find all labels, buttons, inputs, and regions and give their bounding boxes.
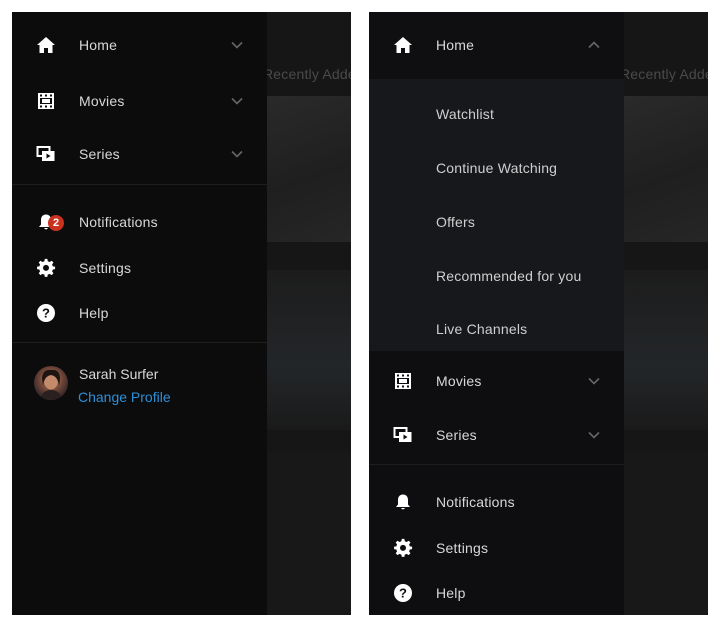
series-icon bbox=[36, 146, 55, 161]
nav-item-help[interactable]: ? Help bbox=[369, 573, 624, 613]
nav-item-settings[interactable]: Settings bbox=[12, 248, 267, 288]
chevron-down-icon[interactable] bbox=[230, 38, 244, 52]
nav-item-home[interactable]: Home bbox=[369, 25, 624, 65]
submenu-item-continue-watching[interactable]: Continue Watching bbox=[436, 160, 557, 176]
divider bbox=[12, 342, 267, 343]
nav-item-series[interactable]: Series bbox=[12, 134, 267, 174]
background-app: Recently Added bbox=[620, 12, 708, 615]
left-screen: Recently Added Home bbox=[12, 12, 351, 615]
home-icon bbox=[394, 37, 412, 53]
submenu-item-offers[interactable]: Offers bbox=[436, 214, 475, 230]
nav-item-label: Help bbox=[79, 305, 109, 321]
nav-item-label: Notifications bbox=[79, 214, 158, 230]
series-icon bbox=[393, 427, 412, 442]
divider bbox=[369, 464, 624, 465]
background-tile[interactable] bbox=[267, 452, 351, 615]
avatar-image bbox=[40, 369, 62, 400]
nav-item-help[interactable]: ? Help bbox=[12, 293, 267, 333]
chevron-up-icon[interactable] bbox=[587, 38, 601, 52]
gear-icon bbox=[394, 538, 413, 557]
nav-item-label: Series bbox=[436, 427, 477, 443]
chevron-down-icon[interactable] bbox=[587, 428, 601, 442]
background-app: Recently Added bbox=[263, 12, 351, 615]
nav-item-settings[interactable]: Settings bbox=[369, 528, 624, 568]
background-tile[interactable] bbox=[624, 96, 708, 242]
nav-item-label: Home bbox=[436, 37, 475, 53]
nav-drawer: Home Watchlist Continue Watching Offers … bbox=[369, 12, 624, 615]
submenu-item-recommended[interactable]: Recommended for you bbox=[436, 268, 581, 284]
nav-item-notifications[interactable]: Notifications bbox=[369, 482, 624, 522]
background-tile[interactable] bbox=[624, 452, 708, 615]
right-screen: Recently Added Home Watchlist Continue W… bbox=[369, 12, 708, 615]
submenu-item-live-channels[interactable]: Live Channels bbox=[436, 321, 527, 337]
nav-item-label: Movies bbox=[79, 93, 125, 109]
nav-item-label: Settings bbox=[79, 260, 132, 276]
background-tile[interactable] bbox=[267, 96, 351, 242]
background-section-title: Recently Added bbox=[263, 66, 351, 82]
notification-badge: 2 bbox=[48, 215, 64, 231]
nav-item-label: Help bbox=[436, 585, 466, 601]
divider bbox=[12, 184, 267, 185]
nav-item-series[interactable]: Series bbox=[369, 415, 624, 455]
background-section-title: Recently Added bbox=[620, 66, 708, 82]
chevron-down-icon[interactable] bbox=[230, 147, 244, 161]
avatar[interactable] bbox=[34, 366, 68, 400]
submenu-item-watchlist[interactable]: Watchlist bbox=[436, 106, 494, 122]
chevron-down-icon[interactable] bbox=[230, 94, 244, 108]
help-icon: ? bbox=[394, 584, 412, 602]
nav-drawer: Home Movies Series Notifications 2 Setti… bbox=[12, 12, 267, 615]
svg-text:?: ? bbox=[42, 306, 50, 321]
bell-icon bbox=[396, 494, 410, 510]
nav-item-home[interactable]: Home bbox=[12, 25, 267, 65]
nav-item-label: Home bbox=[79, 37, 118, 53]
home-submenu: Watchlist Continue Watching Offers Recom… bbox=[369, 79, 624, 351]
nav-item-movies[interactable]: Movies bbox=[369, 361, 624, 401]
nav-item-movies[interactable]: Movies bbox=[12, 81, 267, 121]
film-icon bbox=[395, 373, 411, 389]
help-icon: ? bbox=[37, 304, 55, 322]
background-tile[interactable] bbox=[267, 270, 351, 430]
nav-item-label: Series bbox=[79, 146, 120, 162]
profile-name: Sarah Surfer bbox=[79, 366, 159, 382]
change-profile-link[interactable]: Change Profile bbox=[78, 389, 171, 405]
nav-item-label: Notifications bbox=[436, 494, 515, 510]
nav-item-label: Movies bbox=[436, 373, 482, 389]
gear-icon bbox=[37, 258, 56, 277]
nav-item-label: Settings bbox=[436, 540, 489, 556]
background-tile[interactable] bbox=[624, 270, 708, 430]
film-icon bbox=[38, 93, 54, 109]
chevron-down-icon[interactable] bbox=[587, 374, 601, 388]
home-icon bbox=[37, 37, 55, 53]
svg-text:?: ? bbox=[399, 586, 407, 601]
